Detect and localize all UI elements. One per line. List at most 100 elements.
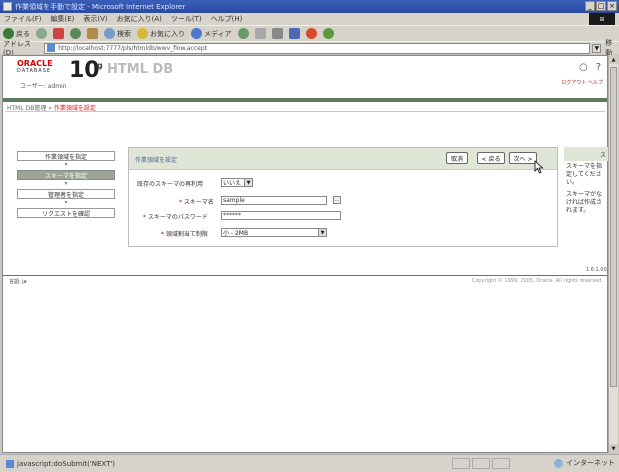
search-button[interactable]: 検索: [104, 28, 131, 39]
window-title: 作業領域を手動で設定 - Microsoft Internet Explorer: [15, 2, 186, 11]
previous-button[interactable]: < 戻る: [477, 152, 505, 164]
page-header: ORACLE DATABASE 10 g HTML DB ユーザー: admin…: [3, 56, 607, 98]
page-icon: [6, 459, 14, 468]
status-bar: javascript:doSubmit('NEXT') インターネット: [0, 454, 619, 472]
stop-icon: [53, 28, 64, 39]
home-icon: [87, 28, 98, 39]
stop-button[interactable]: [53, 28, 64, 39]
logout-icon[interactable]: ○: [579, 62, 588, 73]
step-schema: スキーマを指定: [17, 170, 115, 180]
minimize-button[interactable]: _: [585, 1, 595, 11]
database-wordmark: DATABASE: [17, 68, 52, 74]
schema-name-text: スキーマ名: [183, 199, 214, 206]
favorites-button[interactable]: お気に入り: [137, 28, 185, 39]
menu-tools[interactable]: ツール(T): [171, 14, 202, 24]
required-marker: *: [161, 231, 164, 238]
breadcrumb: HTML DB管理 » 作業領域を設定: [3, 102, 607, 112]
close-button[interactable]: ×: [607, 1, 617, 11]
cancel-button[interactable]: 取消: [446, 152, 468, 164]
reuse-schema-value: いいえ: [223, 180, 242, 187]
schema-name-value: sample: [223, 197, 245, 204]
discuss-icon: [322, 28, 334, 39]
star-icon: [137, 28, 148, 39]
messenger-button[interactable]: [305, 28, 317, 39]
menu-edit[interactable]: 編集(E): [51, 14, 75, 24]
history-button[interactable]: [237, 28, 249, 39]
space-quota-select[interactable]: 小 - 2MB ▼: [221, 228, 327, 237]
globe-icon: [554, 458, 563, 468]
schema-password-input[interactable]: ******: [221, 211, 341, 220]
schema-name-label: * スキーマ名: [179, 197, 214, 206]
discuss-button[interactable]: [322, 28, 334, 39]
address-dropdown-icon[interactable]: ▼: [592, 43, 602, 53]
oracle-wordmark: ORACLE: [17, 59, 53, 68]
edit-icon: [288, 28, 300, 39]
help-panel: ス スキーマを指定してください。 スキーマがなければ作成されます。: [564, 147, 608, 257]
maximize-button[interactable]: □: [596, 1, 606, 11]
next-button[interactable]: 次へ >: [509, 152, 537, 164]
step-connector: ▾: [64, 161, 68, 168]
brand-version: 10: [69, 58, 100, 83]
address-input[interactable]: http://localhost:7777/pls/htmldb/wwv_flo…: [44, 42, 591, 54]
step-connector: ▾: [64, 199, 68, 206]
form-header: 作業領域を設定 取消 < 戻る 次へ >: [129, 148, 557, 170]
form-title: 作業領域を設定: [135, 157, 178, 164]
status-segment: [472, 458, 490, 469]
lookup-icon[interactable]: …: [333, 196, 341, 204]
history-icon: [237, 28, 249, 39]
back-label: 戻る: [16, 29, 30, 38]
help-icon[interactable]: ?: [596, 62, 601, 73]
required-marker: *: [143, 214, 146, 221]
mail-button[interactable]: [254, 28, 266, 39]
page-viewport: ORACLE DATABASE 10 g HTML DB ユーザー: admin…: [2, 55, 608, 453]
page-icon: [47, 44, 56, 52]
footer-divider: [3, 275, 607, 276]
menu-view[interactable]: 表示(V): [83, 14, 107, 24]
scroll-down-icon[interactable]: ▼: [609, 444, 618, 453]
security-zone: インターネット: [554, 458, 615, 468]
media-button[interactable]: メディア: [191, 28, 232, 39]
status-message: javascript:doSubmit('NEXT'): [0, 459, 116, 468]
vertical-scrollbar[interactable]: ▲ ▼: [608, 55, 618, 453]
mail-icon: [254, 28, 266, 39]
select-arrow-icon: ▼: [318, 229, 326, 236]
back-button[interactable]: 戻る: [3, 28, 30, 39]
address-bar: アドレス(D) http://localhost:7777/pls/htmldb…: [0, 39, 619, 57]
wizard-steps: 作業領域を指定 ▾ スキーマを指定 ▾ 管理者を指定 ▾ リクエストを確認: [17, 151, 115, 218]
status-text: javascript:doSubmit('NEXT'): [17, 459, 116, 468]
edit-button[interactable]: [288, 28, 300, 39]
menu-favorites[interactable]: お気に入り(A): [117, 14, 162, 24]
reuse-schema-select[interactable]: いいえ ▼: [221, 178, 253, 187]
menu-bar: ファイル(F) 編集(E) 表示(V) お気に入り(A) ツール(T) ヘルプ(…: [0, 13, 619, 25]
address-url: http://localhost:7777/pls/htmldb/wwv_flo…: [58, 44, 207, 52]
space-quota-label: * 領域割当て制限: [161, 229, 208, 238]
reuse-schema-label: 既存のスキーマの再利用: [137, 181, 204, 188]
media-label: メディア: [204, 29, 232, 38]
step-workspace: 作業領域を指定: [17, 151, 115, 161]
schema-password-value: ******: [223, 212, 241, 219]
form-panel: 作業領域を設定 取消 < 戻る 次へ > 既存のスキーマの再利用 いいえ ▼ *…: [128, 147, 558, 247]
forward-button[interactable]: [36, 28, 47, 39]
window-titlebar: 作業領域を手動で設定 - Microsoft Internet Explorer…: [0, 0, 619, 13]
space-quota-value: 小 - 2MB: [223, 230, 249, 237]
forward-arrow-icon: [36, 28, 47, 39]
mouse-cursor-icon: [534, 160, 544, 174]
scroll-up-icon[interactable]: ▲: [609, 55, 618, 64]
home-button[interactable]: [87, 28, 98, 39]
schema-password-text: スキーマのパスワード: [147, 214, 208, 221]
menu-file[interactable]: ファイル(F): [4, 14, 42, 24]
breadcrumb-parent[interactable]: HTML DB管理 »: [7, 105, 52, 112]
page-footer: 言語: ja Copyright © 1999, 2005, Oracle. A…: [3, 277, 607, 287]
window-controls: _ □ ×: [585, 1, 617, 11]
print-button[interactable]: [271, 28, 283, 39]
header-links[interactable]: ログアウト ヘルプ: [561, 79, 603, 86]
refresh-icon: [70, 28, 81, 39]
scrollbar-thumb[interactable]: [610, 67, 617, 387]
print-icon: [271, 28, 283, 39]
favorites-label: お気に入り: [150, 29, 185, 38]
menu-help[interactable]: ヘルプ(H): [211, 14, 243, 24]
zone-label: インターネット: [566, 459, 615, 467]
language-label[interactable]: 言語: ja: [9, 278, 27, 285]
schema-name-input[interactable]: sample: [221, 196, 327, 205]
refresh-button[interactable]: [70, 28, 81, 39]
